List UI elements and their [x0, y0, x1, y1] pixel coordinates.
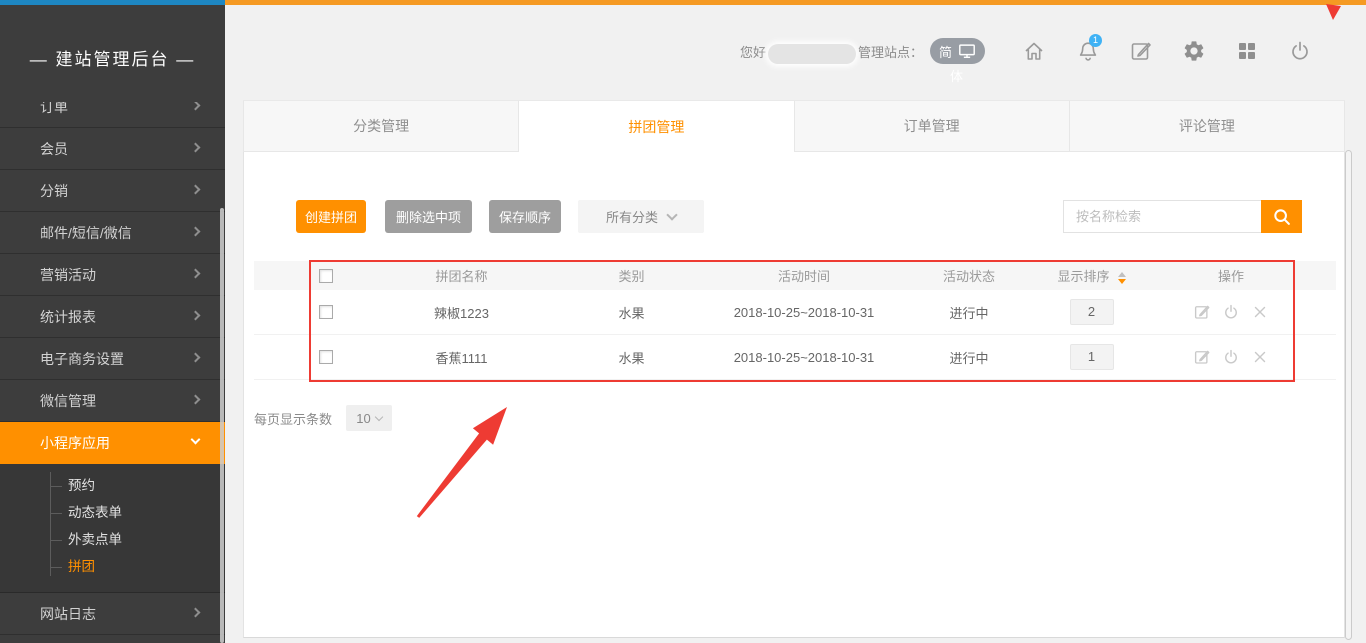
home-icon[interactable]: [1022, 39, 1046, 63]
notification-badge: 1: [1089, 34, 1102, 47]
chevron-right-icon: [191, 184, 201, 194]
groupbuy-status: 进行中: [919, 303, 1019, 322]
select-all-checkbox[interactable]: [319, 269, 333, 283]
col-header-sort[interactable]: 显示排序: [1019, 266, 1164, 285]
tab-groupbuy-management[interactable]: 拼团管理: [519, 101, 794, 152]
row-checkbox[interactable]: [319, 350, 333, 364]
category-filter-dropdown[interactable]: 所有分类: [578, 200, 704, 233]
sidebar-item-ecommerce-settings[interactable]: 电子商务设置: [0, 338, 225, 380]
sort-order-field[interactable]: 2: [1070, 299, 1114, 325]
disable-power-icon[interactable]: [1222, 348, 1240, 366]
bell-icon[interactable]: 1: [1076, 39, 1100, 63]
chevron-right-icon: [191, 394, 201, 404]
chevron-right-icon: [191, 607, 201, 617]
create-groupbuy-button[interactable]: 创建拼团: [296, 200, 366, 233]
per-page-label: 每页显示条数: [254, 409, 332, 428]
compose-icon[interactable]: [1129, 39, 1153, 63]
chevron-right-icon: [191, 226, 201, 236]
row-checkbox[interactable]: [319, 305, 333, 319]
tab-bar: 分类管理 拼团管理 订单管理 评论管理: [243, 100, 1345, 152]
greeting-text: 您好: [740, 45, 766, 60]
chevron-down-icon: [666, 209, 677, 220]
power-icon[interactable]: [1288, 39, 1312, 63]
groupbuy-name: 辣椒1223: [349, 303, 574, 322]
sidebar-item-members[interactable]: 会员: [0, 128, 225, 170]
gear-icon[interactable]: [1182, 39, 1206, 63]
sidebar-menu: 订单 会员 分销 邮件/短信/微信 营销活动 统计报表 电子商务设置 微信: [0, 102, 225, 643]
edit-icon[interactable]: [1193, 348, 1211, 366]
header-user-info: 您好 管理站点：: [740, 43, 923, 65]
per-page-select[interactable]: 10: [346, 405, 392, 431]
sidebar-item-miniprogram-apps[interactable]: 小程序应用: [0, 422, 225, 464]
delete-x-icon[interactable]: [1251, 303, 1269, 321]
chevron-down-icon: [375, 413, 383, 421]
groupbuy-category: 水果: [574, 303, 689, 322]
chevron-right-icon: [191, 352, 201, 362]
groupbuy-name: 香蕉1111: [349, 348, 574, 367]
groupbuy-status: 进行中: [919, 348, 1019, 367]
app-window: — 建站管理后台 — 订单 会员 分销 邮件/短信/微信 营销活动 统计报表: [0, 0, 1366, 643]
submenu-item-group-buy[interactable]: 拼团: [0, 553, 225, 580]
tab-review-management[interactable]: 评论管理: [1070, 101, 1345, 152]
sidebar-item-orders-clipped[interactable]: 订单: [0, 102, 225, 128]
groupbuy-time: 2018-10-25~2018-10-31: [689, 350, 919, 365]
chevron-right-icon: [191, 310, 201, 320]
search-button[interactable]: [1261, 200, 1302, 233]
delete-x-icon[interactable]: [1251, 348, 1269, 366]
groupbuy-category: 水果: [574, 348, 689, 367]
chevron-down-icon: [191, 435, 201, 445]
language-label: 简: [939, 42, 952, 61]
search-input[interactable]: [1063, 200, 1261, 233]
table-row: 辣椒1223 水果 2018-10-25~2018-10-31 进行中 2: [254, 290, 1336, 335]
sidebar: — 建站管理后台 — 订单 会员 分销 邮件/短信/微信 营销活动 统计报表: [0, 5, 225, 643]
top-strip-orange: [225, 0, 1366, 5]
sidebar-item-marketing[interactable]: 营销活动: [0, 254, 225, 296]
apps-grid-icon[interactable]: [1235, 39, 1259, 63]
chevron-right-icon: [191, 142, 201, 152]
col-header-actions: 操作: [1164, 266, 1336, 285]
language-label-overflow: 体: [950, 66, 963, 85]
chevron-right-icon: [191, 268, 201, 278]
col-header-name: 拼团名称: [349, 266, 574, 285]
chevron-right-icon: [191, 102, 201, 110]
app-title: — 建站管理后台 —: [0, 45, 225, 70]
sidebar-item-statistics[interactable]: 统计报表: [0, 296, 225, 338]
sidebar-item-site-logs[interactable]: 网站日志: [0, 593, 225, 635]
sidebar-item-wechat-management[interactable]: 微信管理: [0, 380, 225, 422]
language-switcher[interactable]: 简: [930, 38, 985, 64]
groupbuy-table: 拼团名称 类别 活动时间 活动状态 显示排序 操作 辣椒1223 水果 2018…: [254, 261, 1336, 380]
sidebar-item-mail-sms-wechat[interactable]: 邮件/短信/微信: [0, 212, 225, 254]
monitor-icon: [958, 42, 976, 60]
sidebar-scrollbar[interactable]: [220, 208, 224, 643]
sidebar-item-distribution[interactable]: 分销: [0, 170, 225, 212]
table-row: 香蕉1111 水果 2018-10-25~2018-10-31 进行中 1: [254, 335, 1336, 380]
submenu-item-takeout-order[interactable]: 外卖点单: [0, 526, 225, 553]
sort-asc-icon[interactable]: [1118, 272, 1126, 277]
col-header-time: 活动时间: [689, 266, 919, 285]
username-redacted: [768, 44, 856, 64]
delete-selected-button[interactable]: 删除选中项: [385, 200, 472, 233]
submenu-item-dynamic-forms[interactable]: 动态表单: [0, 499, 225, 526]
site-label: 管理站点：: [858, 45, 923, 60]
table-header-row: 拼团名称 类别 活动时间 活动状态 显示排序 操作: [254, 261, 1336, 290]
pagination-bar: 每页显示条数 10: [254, 405, 392, 431]
content-panel: 创建拼团 删除选中项 保存顺序 所有分类 拼团名称 类别 活动时间 活动状态 显…: [243, 152, 1345, 638]
edit-icon[interactable]: [1193, 303, 1211, 321]
page-scrollbar[interactable]: [1345, 150, 1352, 640]
sidebar-submenu: 预约 动态表单 外卖点单 拼团: [0, 464, 225, 593]
groupbuy-time: 2018-10-25~2018-10-31: [689, 305, 919, 320]
col-header-status: 活动状态: [919, 266, 1019, 285]
sort-order-field[interactable]: 1: [1070, 344, 1114, 370]
search-icon: [1271, 206, 1293, 228]
tab-order-management[interactable]: 订单管理: [795, 101, 1070, 152]
save-order-button[interactable]: 保存顺序: [489, 200, 561, 233]
disable-power-icon[interactable]: [1222, 303, 1240, 321]
col-header-category: 类别: [574, 266, 689, 285]
tab-category-management[interactable]: 分类管理: [243, 101, 519, 152]
submenu-item-booking[interactable]: 预约: [0, 472, 225, 499]
sort-desc-icon[interactable]: [1118, 279, 1126, 284]
